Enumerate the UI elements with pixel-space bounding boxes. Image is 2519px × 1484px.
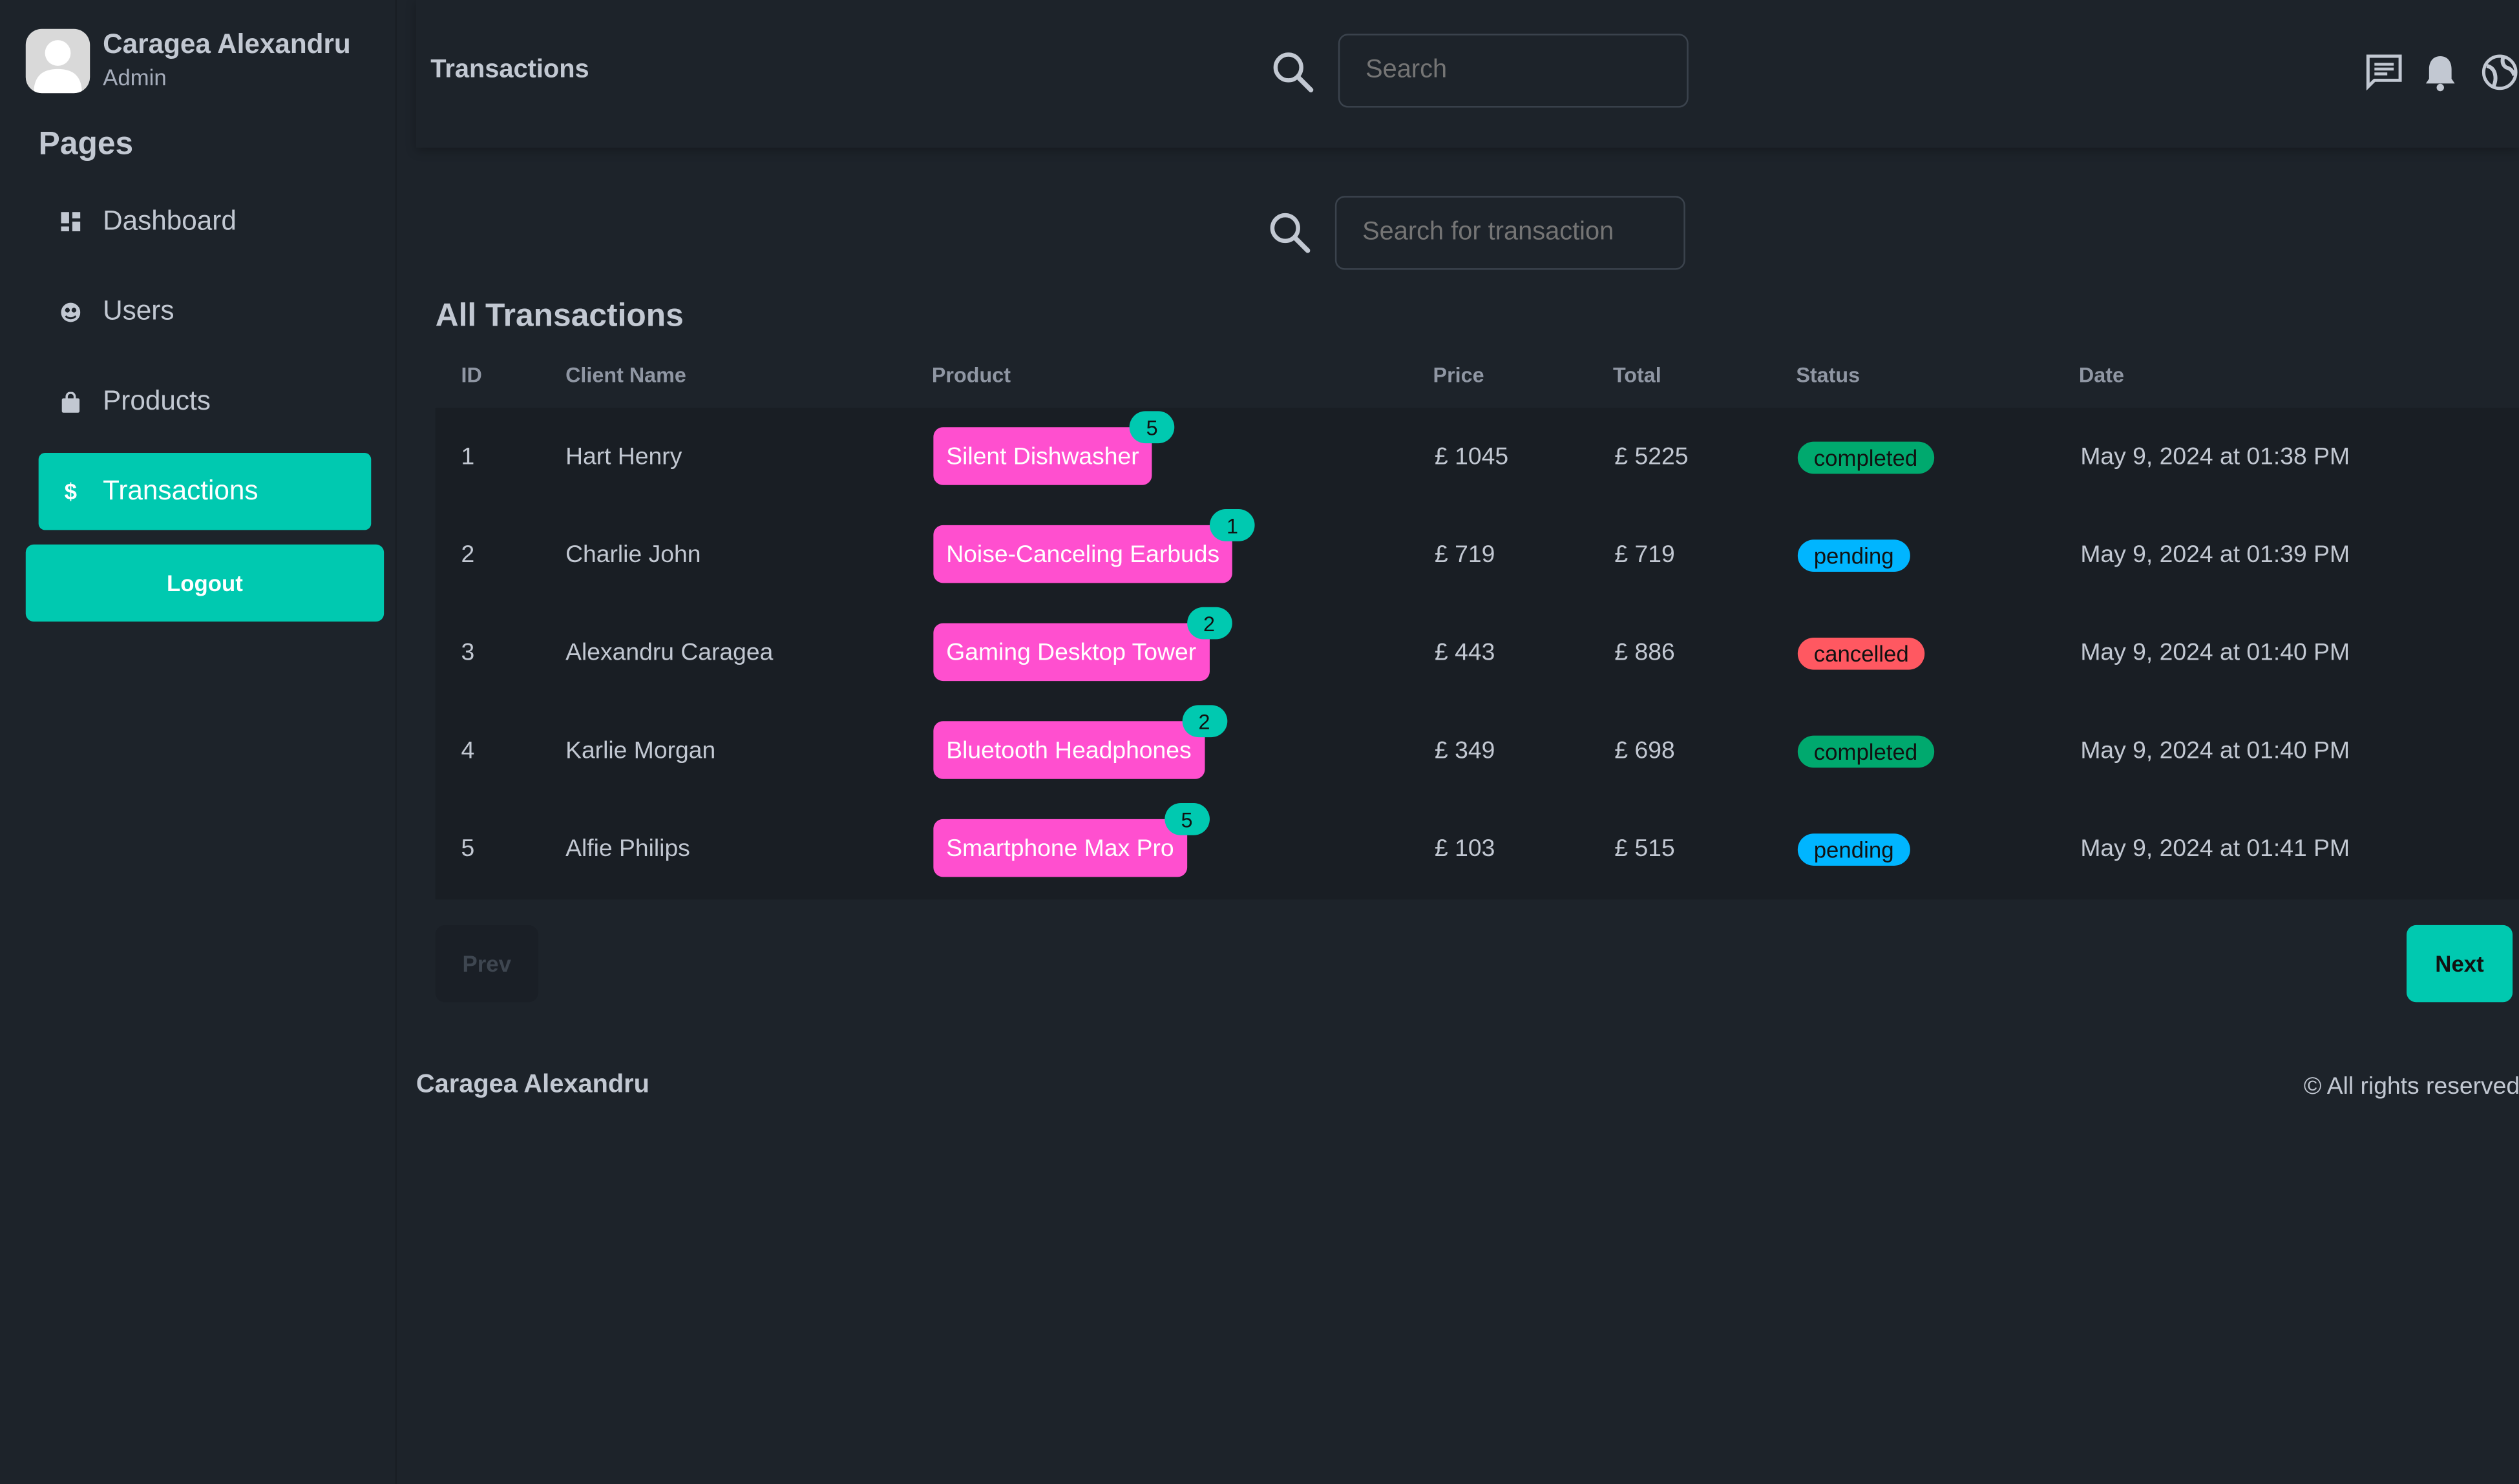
sidebar-item-label: Products	[103, 385, 211, 416]
top-bar: Transactions	[416, 0, 2519, 148]
users-icon	[61, 302, 81, 322]
product-badge[interactable]: Gaming Desktop Tower 2	[933, 607, 1232, 682]
cell-date: May 9, 2024 at 01:40 PM	[2080, 639, 2350, 667]
status-badge: completed	[1797, 735, 1934, 768]
shopping-bag-icon	[61, 391, 80, 412]
status-badge: cancelled	[1797, 637, 1925, 670]
sidebar-item-users[interactable]: Users	[39, 273, 372, 350]
quantity-badge: 5	[1164, 803, 1210, 835]
sidebar-item-label: Dashboard	[103, 205, 237, 236]
cell-price: £ 719	[1434, 541, 1495, 569]
table-row[interactable]: 5 Alfie Philips Smartphone Max Pro 5 £ 10…	[436, 800, 2519, 898]
cell-client: Charlie John	[565, 541, 701, 569]
column-header-status[interactable]: Status	[1796, 363, 1860, 387]
avatar[interactable]	[25, 28, 90, 94]
status-badge: completed	[1797, 441, 1934, 474]
sidebar-item-dashboard[interactable]: Dashboard	[39, 183, 372, 260]
cell-price: £ 1045	[1434, 443, 1509, 471]
section-title: All Transactions	[435, 298, 684, 335]
status-badge: pending	[1797, 833, 1910, 866]
dashboard-icon	[61, 212, 81, 231]
cell-client: Alexandru Caragea	[565, 639, 774, 667]
cell-client: Karlie Morgan	[565, 737, 716, 765]
cell-client: Hart Henry	[565, 443, 682, 471]
app-root: Caragea Alexandru Admin Pages Dashboard …	[0, 0, 2519, 1484]
table-row[interactable]: 1 Hart Henry Silent Dishwasher 5 £ 1045 £…	[436, 408, 2519, 506]
cell-total: £ 719	[1614, 541, 1675, 569]
cell-id: 1	[461, 443, 475, 471]
cell-id: 2	[461, 541, 475, 569]
cell-total: £ 698	[1614, 737, 1675, 765]
cell-date: May 9, 2024 at 01:39 PM	[2080, 541, 2350, 569]
prev-button[interactable]: Prev	[435, 925, 538, 1003]
cell-price: £ 349	[1434, 737, 1495, 765]
sidebar-item-label: Transactions	[103, 475, 258, 507]
header-search-input[interactable]	[1338, 34, 1689, 108]
product-name: Smartphone Max Pro	[946, 834, 1174, 862]
sidebar-item-label: Users	[103, 295, 174, 326]
sidebar-item-transactions[interactable]: $ Transactions	[38, 453, 372, 530]
cell-price: £ 103	[1434, 835, 1495, 862]
cell-id: 5	[461, 835, 475, 862]
product-badge[interactable]: Bluetooth Headphones 2	[933, 705, 1227, 779]
cell-total: £ 515	[1614, 835, 1675, 862]
column-header-product[interactable]: Product	[932, 363, 1011, 387]
footer-brand: Caragea Alexandru	[416, 1071, 649, 1099]
quantity-badge: 1	[1210, 509, 1255, 541]
cell-id: 4	[461, 737, 475, 765]
product-badge[interactable]: Noise-Canceling Earbuds 1	[933, 509, 1255, 583]
sidebar-section-title: Pages	[38, 127, 134, 163]
messages-icon[interactable]	[2365, 53, 2403, 92]
transaction-search-input[interactable]	[1334, 196, 1685, 270]
sidebar-item-products[interactable]: Products	[39, 363, 372, 440]
dollar-icon: $	[64, 478, 78, 505]
product-name: Bluetooth Headphones	[946, 736, 1192, 764]
sidebar: Caragea Alexandru Admin Pages Dashboard …	[0, 0, 397, 1484]
cell-id: 3	[461, 639, 475, 667]
product-name: Gaming Desktop Tower	[946, 638, 1197, 666]
bell-icon[interactable]	[2423, 53, 2458, 92]
sidebar-nav: Dashboard Users Products $ Transactions	[38, 183, 372, 543]
cell-date: May 9, 2024 at 01:40 PM	[2080, 737, 2350, 765]
product-badge[interactable]: Smartphone Max Pro 5	[933, 803, 1210, 877]
cell-price: £ 443	[1434, 639, 1495, 667]
footer-copyright: © All rights reserved	[2303, 1072, 2519, 1100]
search-icon[interactable]	[1267, 211, 1312, 256]
page-title: Transactions	[430, 56, 589, 84]
product-badge[interactable]: Silent Dishwasher 5	[933, 411, 1175, 485]
column-header-id[interactable]: ID	[461, 363, 481, 387]
product-name: Noise-Canceling Earbuds	[946, 540, 1220, 568]
product-name: Silent Dishwasher	[946, 442, 1139, 470]
table-row[interactable]: 2 Charlie John Noise-Canceling Earbuds 1 …	[436, 506, 2519, 604]
quantity-badge: 2	[1181, 705, 1227, 738]
column-header-client[interactable]: Client Name	[565, 363, 686, 387]
cell-date: May 9, 2024 at 01:38 PM	[2080, 443, 2350, 471]
user-role: Admin	[103, 64, 167, 90]
column-header-price[interactable]: Price	[1433, 363, 1484, 387]
quantity-badge: 2	[1186, 607, 1232, 640]
cell-date: May 9, 2024 at 01:41 PM	[2080, 835, 2350, 862]
column-header-date[interactable]: Date	[2079, 363, 2124, 387]
user-profile: Caragea Alexandru Admin	[25, 28, 351, 94]
next-button[interactable]: Next	[2407, 925, 2513, 1003]
user-name: Caragea Alexandru	[103, 28, 351, 59]
cell-client: Alfie Philips	[565, 835, 690, 862]
quantity-badge: 5	[1129, 411, 1175, 444]
cell-total: £ 886	[1614, 639, 1675, 667]
table-header: ID Client Name Product Price Total Statu…	[436, 360, 2519, 392]
status-badge: pending	[1797, 539, 1910, 572]
table-row[interactable]: 3 Alexandru Caragea Gaming Desktop Tower…	[436, 604, 2519, 702]
cell-total: £ 5225	[1614, 443, 1689, 471]
table-row[interactable]: 4 Karlie Morgan Bluetooth Headphones 2 £ …	[436, 702, 2519, 800]
header-icons	[2365, 53, 2519, 92]
column-header-total[interactable]: Total	[1613, 363, 1661, 387]
logout-button[interactable]: Logout	[25, 544, 385, 622]
transactions-table: 1 Hart Henry Silent Dishwasher 5 £ 1045 £…	[435, 408, 2519, 900]
search-icon[interactable]	[1270, 50, 1316, 95]
globe-icon[interactable]	[2480, 53, 2519, 92]
